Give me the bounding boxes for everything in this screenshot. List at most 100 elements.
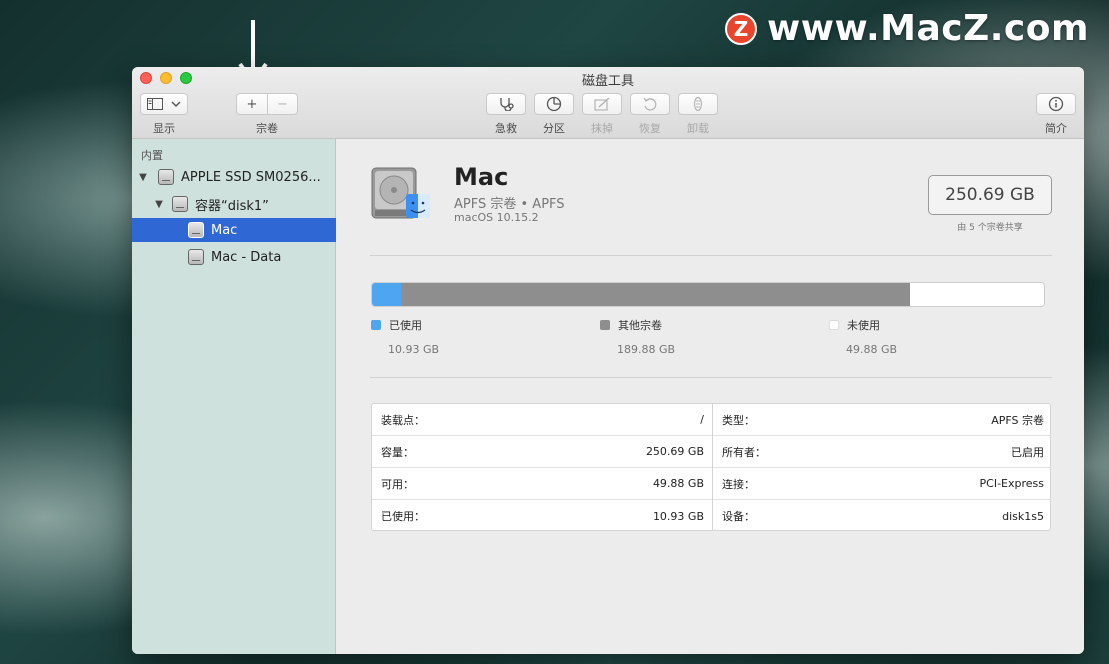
unmount-button[interactable] bbox=[678, 93, 718, 115]
legend-free: 未使用 49.88 GB bbox=[829, 317, 897, 356]
watermark: Z www.MacZ.com bbox=[725, 8, 1089, 49]
legend-other-label: 其他宗卷 bbox=[618, 319, 662, 332]
disclosure-triangle-icon[interactable]: ▼ bbox=[152, 199, 166, 210]
pie-chart-icon bbox=[546, 96, 562, 112]
restore-label: 恢复 bbox=[639, 122, 661, 135]
view-label: 显示 bbox=[153, 122, 175, 135]
window-title: 磁盘工具 bbox=[581, 74, 634, 89]
info-label: 装载点： bbox=[381, 413, 425, 427]
info-value: 10.93 GB bbox=[652, 509, 704, 523]
add-volume-button[interactable]: + bbox=[237, 93, 267, 115]
erase-icon bbox=[594, 97, 610, 111]
info-column-left: 装载点： / 容量： 250.69 GB 可用： 49.88 GB 已使用： 1… bbox=[372, 404, 712, 530]
info-value: disk1s5 bbox=[1002, 509, 1044, 523]
watermark-text: www.MacZ.com bbox=[767, 8, 1089, 49]
info-row: 装载点： / bbox=[372, 404, 712, 436]
info-value: 250.69 GB bbox=[645, 445, 704, 458]
sidebar-item-mac[interactable]: Mac bbox=[132, 218, 336, 242]
sidebar-item-label: APPLE SSD SM0256... bbox=[181, 169, 321, 185]
volume-type: APFS 宗卷 • APFS bbox=[454, 197, 565, 212]
chevron-down-icon bbox=[171, 101, 181, 108]
info-button[interactable] bbox=[1036, 93, 1076, 115]
first-aid-button[interactable] bbox=[486, 93, 526, 115]
sidebar-section-internal: 内置 bbox=[141, 149, 163, 162]
capacity-note: 由 5 个宗卷共享 bbox=[957, 223, 1023, 233]
sidebar: 内置 ▼ APPLE SSD SM0256... ▼ 容器“disk1” Mac… bbox=[132, 139, 336, 654]
legend-used: 已使用 10.93 GB bbox=[371, 317, 439, 356]
usage-bar bbox=[371, 282, 1045, 307]
info-row: 设备： disk1s5 bbox=[713, 500, 1052, 532]
sidebar-item-label: Mac bbox=[211, 222, 238, 238]
info-value: / bbox=[700, 413, 704, 426]
partition-label: 分区 bbox=[543, 122, 565, 135]
view-button[interactable] bbox=[140, 93, 188, 115]
disclosure-triangle-icon[interactable]: ▼ bbox=[136, 172, 150, 183]
info-row: 已使用： 10.93 GB bbox=[372, 500, 712, 532]
sidebar-item-container[interactable]: ▼ 容器“disk1” bbox=[132, 192, 336, 216]
volume-os: macOS 10.15.2 bbox=[454, 211, 539, 224]
toolbar: 磁盘工具 显示 + − 宗卷 急救 分区 抹掉 恢复 卸载 简介 bbox=[132, 67, 1084, 139]
info-row: 可用： 49.88 GB bbox=[372, 468, 712, 500]
legend-free-value: 49.88 GB bbox=[846, 343, 898, 356]
sidebar-item-label: 容器“disk1” bbox=[195, 198, 269, 214]
info-column-right: 类型： APFS 宗卷 所有者： 已启用 连接： PCI-Express 设备：… bbox=[712, 404, 1052, 530]
partition-button[interactable] bbox=[534, 93, 574, 115]
sidebar-item-disk[interactable]: ▼ APPLE SSD SM0256... bbox=[132, 165, 336, 189]
internal-disk-icon bbox=[158, 169, 174, 185]
info-value: 已启用 bbox=[1011, 445, 1044, 459]
legend-other: 其他宗卷 189.88 GB bbox=[600, 317, 675, 356]
usage-bar-used bbox=[372, 283, 402, 306]
volume-icon bbox=[188, 222, 204, 238]
legend-free-label: 未使用 bbox=[847, 319, 880, 332]
info-label: 容量： bbox=[381, 445, 414, 459]
info-row: 容量： 250.69 GB bbox=[372, 436, 712, 468]
remove-volume-button[interactable]: − bbox=[267, 93, 297, 115]
volume-detail-pane: Mac APFS 宗卷 • APFS macOS 10.15.2 250.69 … bbox=[337, 139, 1084, 654]
legend-other-value: 189.88 GB bbox=[617, 343, 676, 356]
usage-bar-other-volumes bbox=[401, 283, 911, 306]
volume-segment: + − bbox=[236, 93, 298, 115]
info-label: 简介 bbox=[1045, 122, 1067, 135]
free-color-swatch bbox=[829, 320, 839, 330]
unmount-label: 卸载 bbox=[687, 122, 709, 135]
sidebar-icon bbox=[147, 98, 163, 110]
other-color-swatch bbox=[600, 320, 610, 330]
info-label: 可用： bbox=[381, 477, 414, 491]
info-row: 所有者： 已启用 bbox=[713, 436, 1052, 468]
capacity-badge: 250.69 GB bbox=[928, 175, 1052, 215]
info-label: 已使用： bbox=[381, 510, 425, 523]
info-label: 类型： bbox=[722, 413, 755, 427]
restore-icon bbox=[643, 97, 657, 111]
info-label: 所有者： bbox=[722, 445, 766, 459]
stethoscope-icon bbox=[500, 98, 514, 111]
macz-logo-icon: Z bbox=[725, 12, 758, 45]
erase-button[interactable] bbox=[582, 93, 622, 115]
info-row: 连接： PCI-Express bbox=[713, 468, 1052, 500]
erase-label: 抹掉 bbox=[591, 122, 613, 135]
usage-bar-free bbox=[910, 283, 1044, 306]
unmount-icon bbox=[693, 96, 703, 112]
disk-utility-window: 磁盘工具 显示 + − 宗卷 急救 分区 抹掉 恢复 卸载 简介 内置 ▼ AP… bbox=[132, 67, 1084, 654]
legend-used-value: 10.93 GB bbox=[388, 343, 440, 356]
volume-info-table: 装载点： / 容量： 250.69 GB 可用： 49.88 GB 已使用： 1… bbox=[371, 403, 1052, 531]
volume-label: 宗卷 bbox=[256, 122, 278, 135]
divider bbox=[370, 377, 1052, 378]
volume-icon bbox=[188, 249, 204, 265]
hard-drive-finder-icon bbox=[371, 167, 430, 219]
info-value: 49.88 GB bbox=[652, 477, 704, 490]
volume-name: Mac bbox=[454, 163, 509, 191]
sidebar-item-label: Mac - Data bbox=[211, 249, 282, 265]
first-aid-label: 急救 bbox=[495, 122, 517, 135]
info-row: 类型： APFS 宗卷 bbox=[713, 404, 1052, 436]
info-label: 连接： bbox=[722, 477, 755, 491]
legend-used-label: 已使用 bbox=[389, 319, 422, 332]
info-icon bbox=[1048, 96, 1064, 112]
restore-button[interactable] bbox=[630, 93, 670, 115]
sidebar-item-mac-data[interactable]: Mac - Data bbox=[132, 245, 336, 269]
divider bbox=[370, 255, 1052, 256]
container-icon bbox=[172, 196, 188, 212]
info-value: APFS 宗卷 bbox=[991, 413, 1044, 427]
used-color-swatch bbox=[371, 320, 381, 330]
info-value: PCI-Express bbox=[979, 477, 1044, 490]
info-label: 设备： bbox=[722, 510, 755, 523]
